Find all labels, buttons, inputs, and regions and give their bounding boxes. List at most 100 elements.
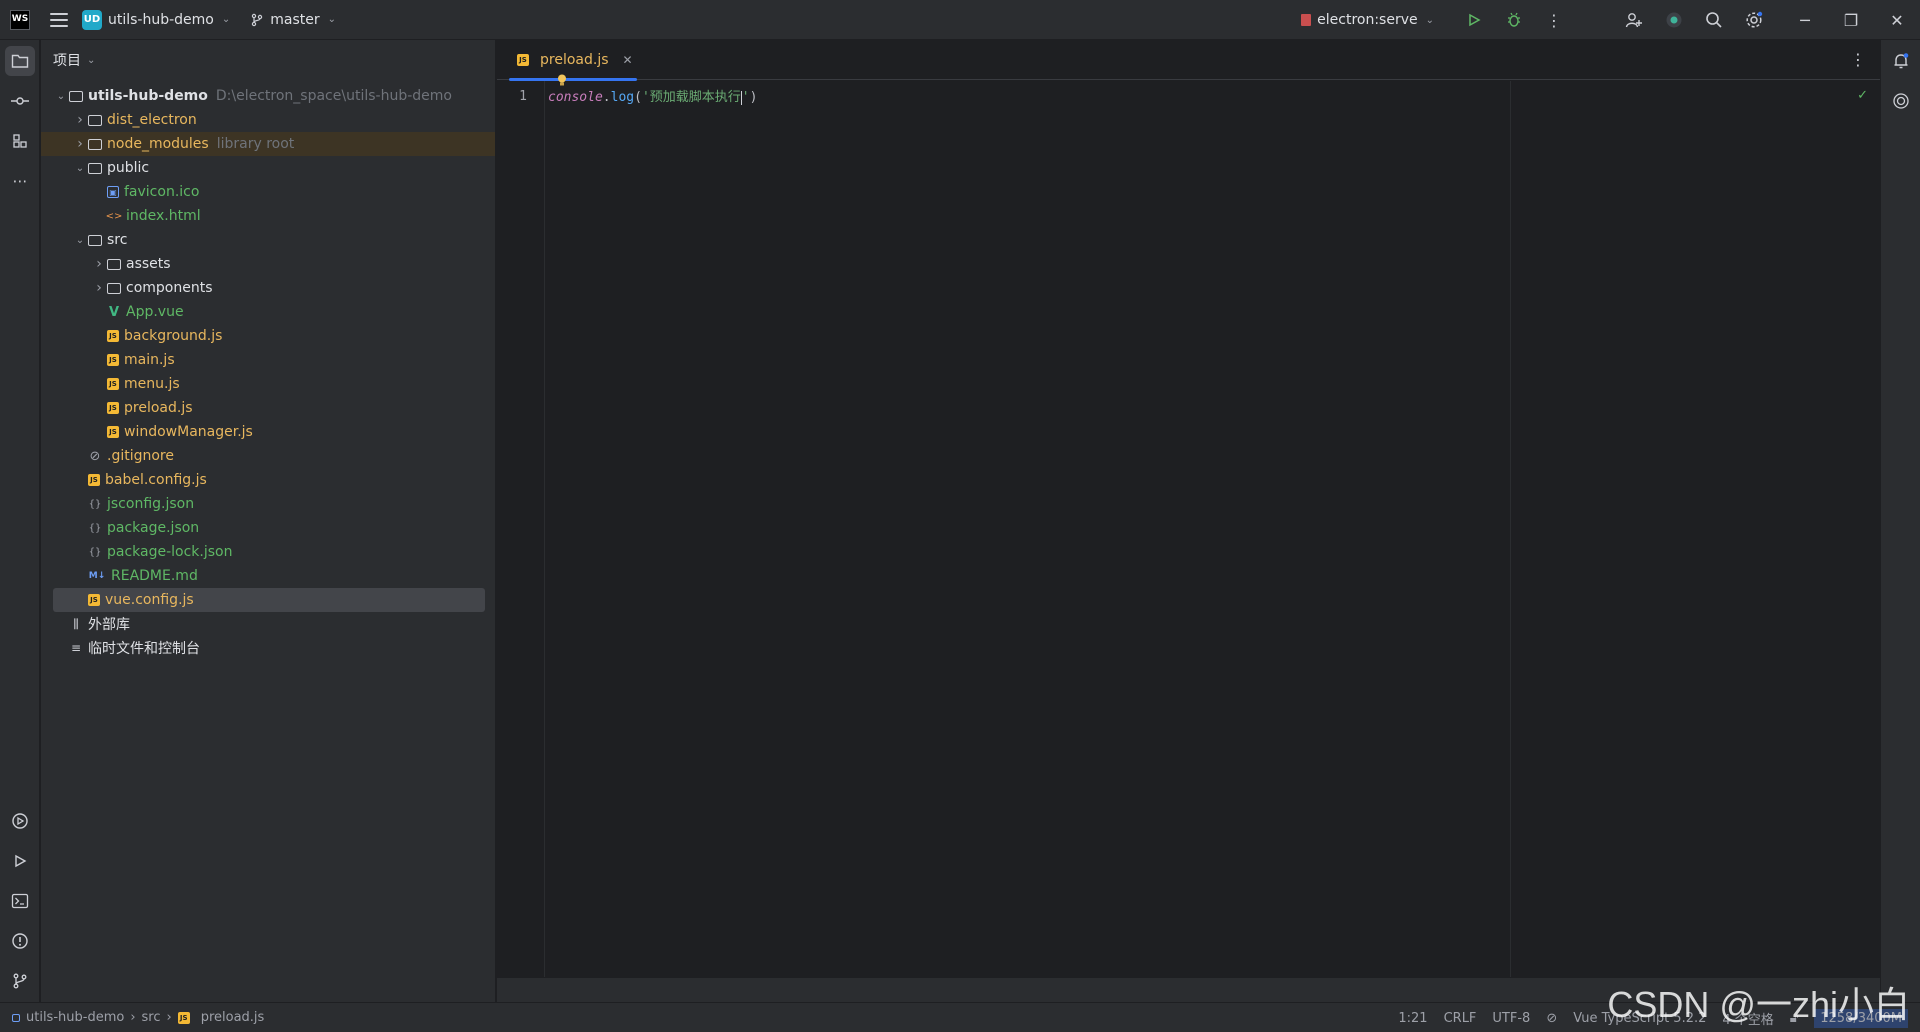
more-icon[interactable]: ⋮ (1534, 0, 1574, 40)
tree-item[interactable]: JS menu.js (41, 372, 495, 396)
minimize-icon[interactable]: ─ (1782, 0, 1828, 40)
right-margin-guide (1510, 81, 1511, 977)
tab-label: preload.js (540, 52, 609, 68)
terminal-icon[interactable] (5, 886, 35, 916)
problems-icon[interactable] (5, 926, 35, 956)
tree-item[interactable]: ⌄ src (41, 228, 495, 252)
debug-icon[interactable] (1494, 0, 1534, 40)
caret-position[interactable]: 1:21 (1398, 1011, 1427, 1026)
lightbulb-icon[interactable] (557, 74, 567, 87)
tree-item-icon-wrap (69, 90, 88, 102)
tree-item[interactable]: › dist_electron (41, 108, 495, 132)
structure-icon[interactable] (5, 126, 35, 156)
tree-item-icon-wrap (88, 138, 107, 150)
git-icon[interactable] (5, 966, 35, 996)
tree-item-note: D:\electron_space\utils-hub-demo (215, 88, 452, 104)
tree-item-label: dist_electron (107, 112, 197, 128)
close-icon[interactable]: ✕ (1874, 0, 1920, 40)
settings-icon[interactable] (1734, 0, 1774, 40)
tree-item[interactable]: JS preload.js (41, 396, 495, 420)
tree-item[interactable]: › node_modules library root (41, 132, 495, 156)
chevron-right-icon[interactable]: › (91, 256, 107, 272)
breadcrumb-item[interactable]: preload.js (201, 1010, 265, 1025)
tree-item[interactable]: JS background.js (41, 324, 495, 348)
project-panel-header[interactable]: 项目 ⌄ (41, 40, 495, 80)
more-tools-icon[interactable]: ⋯ (5, 166, 35, 196)
chevron-down-icon: ⌄ (87, 54, 96, 66)
chevron-down-icon[interactable]: ⌄ (72, 163, 88, 174)
breadcrumb-item[interactable]: src (142, 1010, 161, 1025)
folder-icon (88, 114, 102, 126)
tree-item[interactable]: {} package.json (41, 516, 495, 540)
tree-item[interactable]: ⌄ public (41, 156, 495, 180)
tree-item[interactable]: V App.vue (41, 300, 495, 324)
editor-tab-bar: JS preload.js ✕ ⋮ (497, 40, 1880, 81)
tree-item[interactable]: M↓ README.md (41, 564, 495, 588)
tree-item[interactable]: {} jsconfig.json (41, 492, 495, 516)
file-encoding[interactable]: UTF-8 (1492, 1011, 1530, 1026)
chevron-down-icon[interactable]: ⌄ (72, 235, 88, 246)
chevron-down-icon: ⌄ (221, 14, 231, 25)
chevron-right-icon[interactable]: › (72, 136, 88, 152)
left-tool-strip: ⋯ (0, 40, 40, 1002)
code-token-object: console (548, 90, 603, 105)
chevron-right-icon[interactable]: › (91, 280, 107, 296)
tree-item[interactable]: ≡ 临时文件和控制台 (41, 636, 495, 660)
more-icon[interactable]: ⋮ (1850, 50, 1866, 69)
tree-item-icon-wrap: {} (88, 521, 107, 535)
chevron-right-icon[interactable]: › (72, 112, 88, 128)
ai-status-icon[interactable] (1654, 0, 1694, 40)
tree-item[interactable]: <> index.html (41, 204, 495, 228)
tab-preload-js[interactable]: JS preload.js ✕ (509, 40, 641, 81)
tree-item[interactable]: JS windowManager.js (41, 420, 495, 444)
close-tab-icon[interactable]: ✕ (623, 53, 633, 67)
run-configuration-name: electron:serve (1317, 12, 1418, 28)
tree-item-icon-wrap (88, 234, 107, 246)
notifications-icon[interactable] (1886, 46, 1916, 76)
tree-item-icon-wrap (88, 162, 107, 174)
js-file-icon: JS (107, 330, 119, 342)
commit-icon[interactable] (5, 86, 35, 116)
tree-item[interactable]: {} package-lock.json (41, 540, 495, 564)
tree-item[interactable]: ⌄ utils-hub-demo D:\electron_space\utils-h… (41, 84, 495, 108)
tree-item[interactable]: JS main.js (41, 348, 495, 372)
menu-icon[interactable] (50, 12, 68, 27)
tree-item-label: node_modules (107, 136, 209, 152)
ai-assistant-icon[interactable] (1886, 86, 1916, 116)
chevron-down-icon[interactable]: ⌄ (53, 91, 69, 102)
json-file-icon: {} (88, 498, 102, 510)
tree-item-icon-wrap: JS (107, 378, 124, 390)
no-problems-check-icon[interactable]: ✓ (1857, 88, 1868, 103)
project-selector[interactable]: UD utils-hub-demo ⌄ (82, 9, 231, 30)
line-ending[interactable]: CRLF (1444, 1011, 1477, 1026)
services-icon[interactable] (5, 806, 35, 836)
run-configuration-selector[interactable]: electron:serve ⌄ (1301, 12, 1434, 28)
tree-item-label: background.js (124, 328, 223, 344)
add-user-icon[interactable] (1614, 0, 1654, 40)
scratch-icon: ≡ (70, 641, 82, 655)
tree-item[interactable]: › components (41, 276, 495, 300)
run-icon[interactable] (1454, 0, 1494, 40)
tree-item[interactable]: ⫼ 外部库 (41, 612, 495, 636)
search-icon[interactable] (1694, 0, 1734, 40)
webstorm-logo[interactable]: WS (10, 9, 30, 30)
inspection-off-icon[interactable]: ⊘ (1546, 1011, 1557, 1026)
tree-item-icon-wrap: JS (107, 330, 124, 342)
image-file-icon: ▣ (107, 186, 119, 198)
tree-item[interactable]: ▣ favicon.ico (41, 180, 495, 204)
tree-item-label: package-lock.json (107, 544, 233, 560)
run-tool-icon[interactable] (5, 846, 35, 876)
tree-item[interactable]: ⊘ .gitignore (41, 444, 495, 468)
tree-item[interactable]: › assets (41, 252, 495, 276)
project-badge: UD (82, 9, 102, 30)
branch-selector[interactable]: master ⌄ (250, 12, 336, 28)
breadcrumb-item[interactable]: utils-hub-demo (26, 1010, 124, 1025)
tree-item[interactable]: JS vue.config.js (53, 588, 485, 612)
tree-item-label: assets (126, 256, 171, 272)
tree-item[interactable]: JS babel.config.js (41, 468, 495, 492)
code-line-1[interactable]: console.log('预加载脚本执行') (548, 89, 757, 107)
folder-icon[interactable] (5, 46, 35, 76)
restore-icon[interactable]: ❐ (1828, 0, 1874, 40)
code-token-dot: . (602, 90, 611, 105)
title-bar: WS UD utils-hub-demo ⌄ master ⌄ electron… (0, 0, 1920, 40)
